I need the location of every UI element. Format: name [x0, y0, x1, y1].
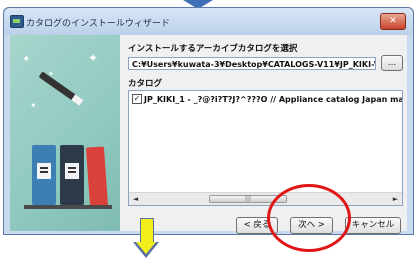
title-bar: カタログのインストールウィザード ✕: [4, 8, 413, 35]
list-item-text: JP_KIKI_1 - _?@?i?T?J?^???O // Appliance…: [144, 95, 403, 104]
book-icon: [85, 146, 109, 208]
book-icon: [32, 145, 56, 205]
wizard-body: ✦ ✦ ✦ ✦ インストールするアーカイブカタログを選択 C:¥Users¥ku…: [10, 35, 407, 234]
sparkle-icon: ✦: [22, 54, 31, 65]
archive-path-input[interactable]: C:¥Users¥kuwata-3¥Desktop¥CATALOGS-V11¥J…: [128, 57, 376, 70]
cancel-button[interactable]: キャンセル: [345, 217, 401, 234]
next-highlight-circle: [267, 184, 351, 252]
window-title: カタログのインストールウィザード: [26, 19, 170, 29]
scroll-left-icon[interactable]: ◄: [129, 193, 142, 205]
list-item[interactable]: ✓ JP_KIKI_1 - _?@?i?T?J?^???O // Applianc…: [132, 93, 403, 106]
browse-button[interactable]: ...: [381, 55, 403, 71]
close-button[interactable]: ✕: [380, 13, 406, 30]
catalog-checkbox[interactable]: ✓: [132, 93, 142, 104]
catalog-list[interactable]: ✓ JP_KIKI_1 - _?@?i?T?J?^???O // Applianc…: [128, 90, 403, 206]
scroll-right-icon[interactable]: ►: [389, 193, 402, 205]
horizontal-scrollbar[interactable]: ◄ ||| ►: [129, 192, 402, 205]
down-arrow-icon: [133, 218, 159, 260]
close-icon: ✕: [389, 16, 397, 26]
wand-icon: [38, 71, 84, 106]
wizard-illustration: ✦ ✦ ✦ ✦: [10, 35, 120, 231]
sparkle-icon: ✦: [30, 101, 37, 110]
catalog-label: カタログ: [128, 79, 163, 89]
archive-label: インストールするアーカイブカタログを選択: [128, 44, 298, 54]
app-icon: [10, 15, 24, 28]
sparkle-icon: ✦: [88, 51, 99, 65]
book-icon: [60, 145, 84, 205]
shelf: [24, 205, 112, 209]
wizard-window: カタログのインストールウィザード ✕ ✦ ✦ ✦ ✦ インストールするアーカイブ…: [3, 7, 414, 235]
